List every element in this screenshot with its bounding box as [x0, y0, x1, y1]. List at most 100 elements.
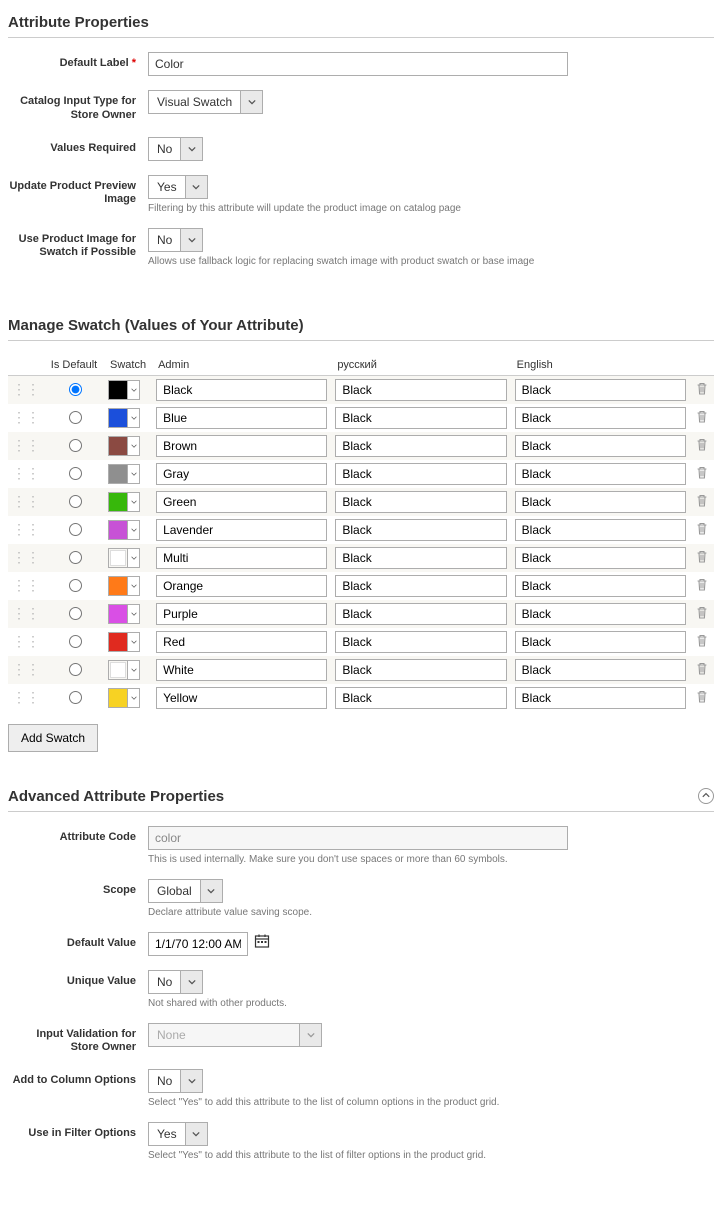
en-label-input[interactable] — [515, 463, 686, 485]
is-default-radio[interactable] — [69, 383, 82, 396]
drag-handle-icon[interactable]: ⋮⋮ — [12, 381, 40, 397]
drag-handle-icon[interactable]: ⋮⋮ — [12, 549, 40, 565]
trash-icon[interactable] — [696, 635, 708, 650]
chevron-down-icon[interactable] — [127, 633, 139, 651]
add-swatch-button[interactable]: Add Swatch — [8, 724, 98, 752]
en-label-input[interactable] — [515, 435, 686, 457]
is-default-radio[interactable] — [69, 467, 82, 480]
swatch-picker[interactable] — [108, 464, 140, 484]
admin-label-input[interactable] — [156, 659, 327, 681]
ru-label-input[interactable] — [335, 379, 506, 401]
ru-label-input[interactable] — [335, 659, 506, 681]
drag-handle-icon[interactable]: ⋮⋮ — [12, 633, 40, 649]
trash-icon[interactable] — [696, 495, 708, 510]
trash-icon[interactable] — [696, 551, 708, 566]
update-preview-select[interactable]: Yes — [148, 175, 208, 199]
chevron-down-icon[interactable] — [127, 689, 139, 707]
calendar-icon[interactable] — [254, 933, 270, 954]
chevron-down-icon[interactable] — [180, 229, 202, 251]
is-default-radio[interactable] — [69, 495, 82, 508]
chevron-down-icon[interactable] — [127, 409, 139, 427]
en-label-input[interactable] — [515, 687, 686, 709]
admin-label-input[interactable] — [156, 435, 327, 457]
chevron-down-icon[interactable] — [180, 138, 202, 160]
is-default-radio[interactable] — [69, 439, 82, 452]
en-label-input[interactable] — [515, 631, 686, 653]
trash-icon[interactable] — [696, 467, 708, 482]
trash-icon[interactable] — [696, 383, 708, 398]
is-default-radio[interactable] — [69, 635, 82, 648]
admin-label-input[interactable] — [156, 603, 327, 625]
en-label-input[interactable] — [515, 379, 686, 401]
trash-icon[interactable] — [696, 663, 708, 678]
ru-label-input[interactable] — [335, 603, 506, 625]
trash-icon[interactable] — [696, 439, 708, 454]
chevron-down-icon[interactable] — [127, 381, 139, 399]
en-label-input[interactable] — [515, 491, 686, 513]
is-default-radio[interactable] — [69, 663, 82, 676]
default-value-input[interactable] — [148, 932, 248, 956]
admin-label-input[interactable] — [156, 575, 327, 597]
chevron-down-icon[interactable] — [127, 577, 139, 595]
chevron-down-icon[interactable] — [127, 661, 139, 679]
swatch-picker[interactable] — [108, 380, 140, 400]
chevron-down-icon[interactable] — [127, 465, 139, 483]
en-label-input[interactable] — [515, 659, 686, 681]
swatch-picker[interactable] — [108, 520, 140, 540]
admin-label-input[interactable] — [156, 407, 327, 429]
chevron-down-icon[interactable] — [127, 493, 139, 511]
ru-label-input[interactable] — [335, 547, 506, 569]
ru-label-input[interactable] — [335, 407, 506, 429]
trash-icon[interactable] — [696, 691, 708, 706]
is-default-radio[interactable] — [69, 523, 82, 536]
swatch-picker[interactable] — [108, 548, 140, 568]
swatch-picker[interactable] — [108, 660, 140, 680]
default-label-input[interactable] — [148, 52, 568, 76]
unique-value-select[interactable]: No — [148, 970, 203, 994]
use-product-image-select[interactable]: No — [148, 228, 203, 252]
admin-label-input[interactable] — [156, 687, 327, 709]
is-default-radio[interactable] — [69, 691, 82, 704]
chevron-down-icon[interactable] — [185, 176, 207, 198]
drag-handle-icon[interactable]: ⋮⋮ — [12, 437, 40, 453]
is-default-radio[interactable] — [69, 579, 82, 592]
admin-label-input[interactable] — [156, 491, 327, 513]
drag-handle-icon[interactable]: ⋮⋮ — [12, 661, 40, 677]
ru-label-input[interactable] — [335, 575, 506, 597]
chevron-down-icon[interactable] — [180, 971, 202, 993]
swatch-picker[interactable] — [108, 436, 140, 456]
en-label-input[interactable] — [515, 603, 686, 625]
ru-label-input[interactable] — [335, 435, 506, 457]
drag-handle-icon[interactable]: ⋮⋮ — [12, 605, 40, 621]
admin-label-input[interactable] — [156, 547, 327, 569]
en-label-input[interactable] — [515, 547, 686, 569]
ru-label-input[interactable] — [335, 491, 506, 513]
is-default-radio[interactable] — [69, 607, 82, 620]
is-default-radio[interactable] — [69, 411, 82, 424]
chevron-down-icon[interactable] — [200, 880, 222, 902]
swatch-picker[interactable] — [108, 492, 140, 512]
en-label-input[interactable] — [515, 575, 686, 597]
add-column-select[interactable]: No — [148, 1069, 203, 1093]
admin-label-input[interactable] — [156, 631, 327, 653]
drag-handle-icon[interactable]: ⋮⋮ — [12, 689, 40, 705]
drag-handle-icon[interactable]: ⋮⋮ — [12, 465, 40, 481]
is-default-radio[interactable] — [69, 551, 82, 564]
trash-icon[interactable] — [696, 523, 708, 538]
drag-handle-icon[interactable]: ⋮⋮ — [12, 577, 40, 593]
swatch-picker[interactable] — [108, 604, 140, 624]
values-required-select[interactable]: No — [148, 137, 203, 161]
catalog-input-type-select[interactable]: Visual Swatch — [148, 90, 263, 114]
admin-label-input[interactable] — [156, 463, 327, 485]
ru-label-input[interactable] — [335, 519, 506, 541]
swatch-picker[interactable] — [108, 408, 140, 428]
scope-select[interactable]: Global — [148, 879, 223, 903]
trash-icon[interactable] — [696, 579, 708, 594]
drag-handle-icon[interactable]: ⋮⋮ — [12, 493, 40, 509]
swatch-picker[interactable] — [108, 688, 140, 708]
admin-label-input[interactable] — [156, 379, 327, 401]
ru-label-input[interactable] — [335, 687, 506, 709]
trash-icon[interactable] — [696, 607, 708, 622]
chevron-down-icon[interactable] — [240, 91, 262, 113]
en-label-input[interactable] — [515, 519, 686, 541]
